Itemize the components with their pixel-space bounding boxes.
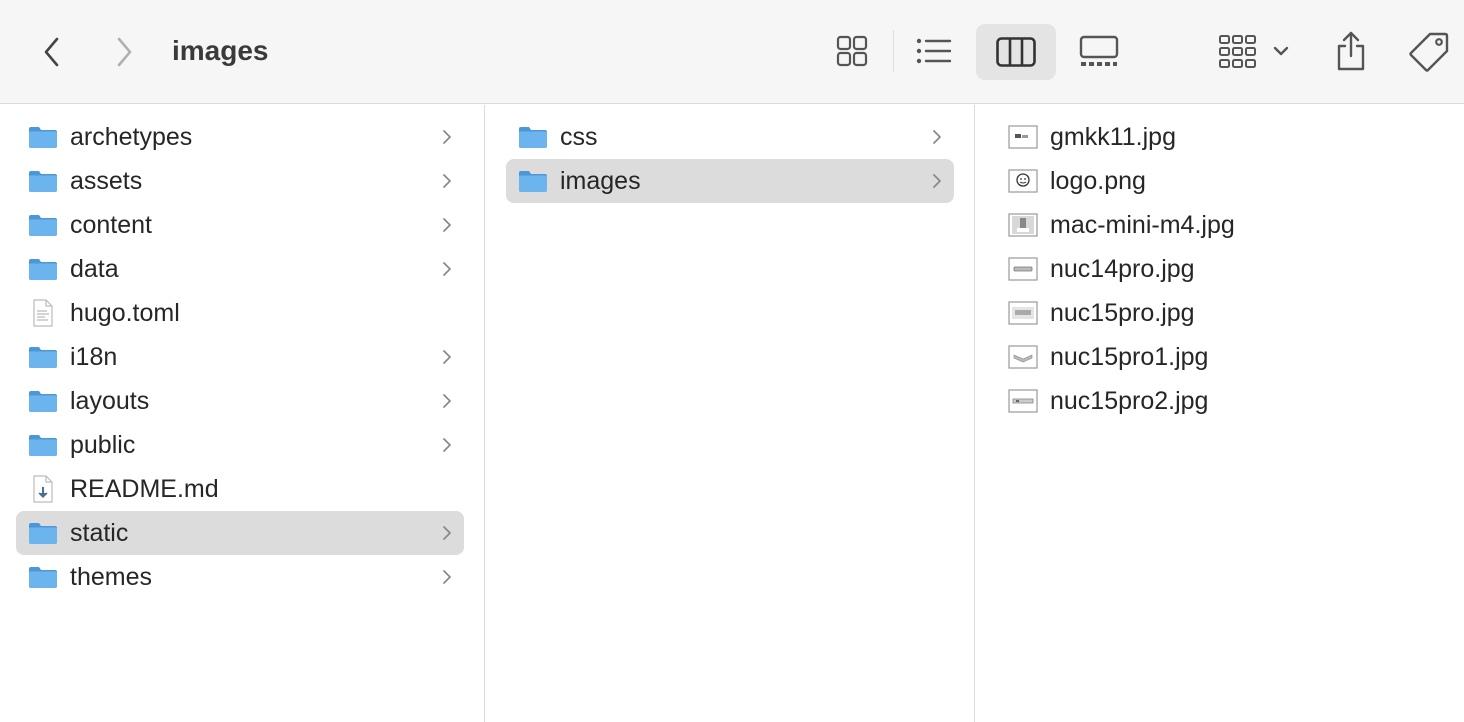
markdown-file-icon: [28, 475, 58, 503]
share-button[interactable]: [1328, 26, 1374, 76]
list-icon: [916, 38, 952, 64]
item-label: data: [70, 255, 119, 283]
chevron-left-icon: [44, 37, 59, 67]
folder-icon: [28, 520, 58, 546]
column-images: gmkk11.jpg logo.png mac-mini-m4.jpg nuc14pr…: [975, 105, 1464, 722]
item-label: nuc14pro.jpg: [1050, 255, 1195, 283]
folder-icon: [28, 344, 58, 370]
grid-icon: [836, 35, 868, 67]
tag-icon: [1409, 32, 1449, 72]
folder-icon: [28, 564, 58, 590]
file-row[interactable]: mac-mini-m4.jpg: [996, 203, 1444, 247]
folder-row[interactable]: themes: [16, 555, 464, 599]
image-thumbnail-icon: [1008, 256, 1038, 282]
file-row[interactable]: README.md: [16, 467, 464, 511]
file-row[interactable]: hugo.toml: [16, 291, 464, 335]
window-title: images: [172, 35, 269, 66]
item-label: content: [70, 211, 153, 239]
item-label: nuc15pro2.jpg: [1050, 387, 1209, 415]
image-thumbnail-icon: [1008, 388, 1038, 414]
columns-icon: [996, 37, 1036, 67]
folder-icon: [28, 124, 58, 150]
folder-row[interactable]: content: [16, 203, 464, 247]
item-label: mac-mini-m4.jpg: [1050, 211, 1235, 239]
folder-row[interactable]: assets: [16, 159, 464, 203]
file-row[interactable]: logo.png: [996, 159, 1444, 203]
folder-row[interactable]: css: [506, 115, 954, 159]
folder-icon: [28, 388, 58, 414]
item-label: images: [560, 167, 641, 195]
disclosure-chevron-icon: [442, 393, 452, 409]
folder-row[interactable]: i18n: [16, 335, 464, 379]
finder-toolbar: images: [0, 0, 1464, 104]
image-thumbnail-icon: [1008, 300, 1038, 326]
share-icon: [1337, 31, 1365, 71]
item-label: i18n: [70, 343, 118, 371]
file-row[interactable]: nuc15pro1.jpg: [996, 335, 1444, 379]
disclosure-chevron-icon: [932, 173, 942, 189]
image-thumbnail-icon: [1008, 124, 1038, 150]
item-label: layouts: [70, 387, 150, 415]
file-row[interactable]: nuc14pro.jpg: [996, 247, 1444, 291]
folder-icon: [518, 124, 548, 150]
file-row[interactable]: nuc15pro.jpg: [996, 291, 1444, 335]
gallery-view-button[interactable]: [1072, 28, 1126, 74]
item-label: gmkk11.jpg: [1050, 123, 1176, 151]
folder-row[interactable]: data: [16, 247, 464, 291]
folder-icon: [28, 212, 58, 238]
disclosure-chevron-icon: [442, 525, 452, 541]
disclosure-chevron-icon: [932, 129, 942, 145]
item-label: hugo.toml: [70, 299, 180, 327]
item-label: public: [70, 431, 136, 459]
disclosure-chevron-icon: [442, 129, 452, 145]
icon-view-button[interactable]: [826, 28, 878, 74]
disclosure-chevron-icon: [442, 437, 452, 453]
disclosure-chevron-icon: [442, 261, 452, 277]
image-thumbnail-icon: [1008, 212, 1038, 238]
item-label: css: [560, 123, 598, 151]
chevron-right-icon: [117, 37, 132, 67]
item-label: themes: [70, 563, 152, 591]
disclosure-chevron-icon: [442, 217, 452, 233]
folder-icon: [28, 432, 58, 458]
folder-icon: [518, 168, 548, 194]
column-static: css images: [485, 105, 975, 722]
text-file-icon: [28, 299, 58, 327]
list-view-button[interactable]: [906, 28, 962, 74]
item-label: nuc15pro1.jpg: [1050, 343, 1209, 371]
folder-icon: [28, 168, 58, 194]
gallery-icon: [1079, 35, 1119, 66]
disclosure-chevron-icon: [442, 569, 452, 585]
back-button[interactable]: [34, 34, 70, 70]
folder-row[interactable]: archetypes: [16, 115, 464, 159]
tag-button[interactable]: [1404, 28, 1454, 74]
file-row[interactable]: nuc15pro2.jpg: [996, 379, 1444, 423]
disclosure-chevron-icon: [442, 349, 452, 365]
chevron-down-icon: [1273, 46, 1289, 56]
column-view-button[interactable]: [976, 24, 1056, 80]
folder-icon: [28, 256, 58, 282]
item-label: static: [70, 519, 129, 547]
item-label: archetypes: [70, 123, 193, 151]
group-by-icon: [1219, 35, 1256, 68]
item-label: README.md: [70, 475, 219, 503]
disclosure-chevron-icon: [442, 173, 452, 189]
column-root: archetypes assets content data hugo.toml i18n…: [0, 105, 485, 722]
item-label: logo.png: [1050, 167, 1146, 195]
image-thumbnail-icon: [1008, 344, 1038, 370]
group-by-button[interactable]: [1214, 28, 1294, 74]
file-row[interactable]: gmkk11.jpg: [996, 115, 1444, 159]
item-label: assets: [70, 167, 143, 195]
folder-row[interactable]: public: [16, 423, 464, 467]
folder-row[interactable]: layouts: [16, 379, 464, 423]
folder-row[interactable]: static: [16, 511, 464, 555]
forward-button[interactable]: [106, 34, 142, 70]
image-thumbnail-icon: [1008, 168, 1038, 194]
item-label: nuc15pro.jpg: [1050, 299, 1195, 327]
folder-row[interactable]: images: [506, 159, 954, 203]
